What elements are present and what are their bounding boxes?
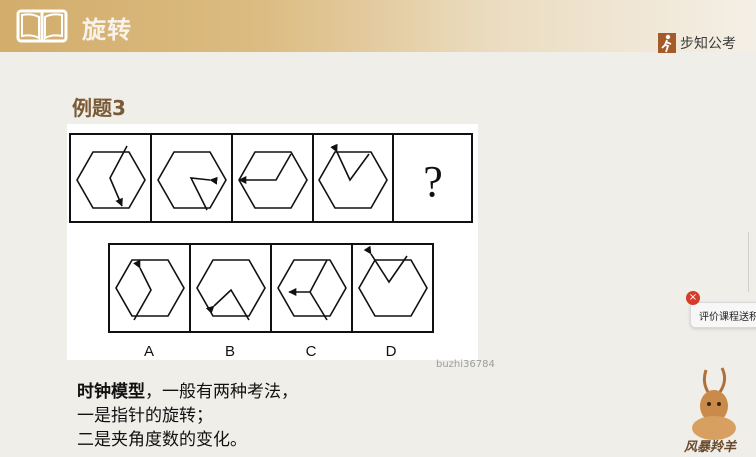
option-b-label: B — [225, 343, 235, 360]
option-d-figure — [358, 245, 428, 317]
explanation-text: 时钟模型，一般有两种考法， 一是指针的旋转； 二是夹角度数的变化。 — [77, 380, 298, 452]
explanation-line-3: 二是夹角度数的变化。 — [77, 430, 247, 450]
puzzle-image: ? A B C D — [67, 124, 478, 360]
explanation-line-1-rest: ，一般有两种考法， — [145, 382, 298, 402]
user-watermark: buzhi36784 — [436, 359, 495, 370]
brand-name: 风暴羚羊 — [684, 440, 737, 455]
walking-person-icon — [658, 33, 676, 53]
brand-logo: 步知公考 — [658, 32, 736, 54]
hexagon-figure-2 — [157, 151, 227, 211]
page-title: 旋转 — [82, 16, 132, 44]
hexagon-figure-1 — [76, 145, 146, 209]
hexagon-figure-4 — [318, 143, 388, 209]
puzzle-figure: ? A B C D — [69, 133, 473, 360]
option-a-label: A — [144, 343, 154, 360]
example-title: 例题3 — [72, 96, 126, 120]
header-bar: 旋转 — [0, 0, 756, 52]
option-c-figure — [277, 259, 347, 321]
open-book-icon — [16, 9, 68, 43]
close-icon[interactable]: × — [686, 291, 700, 305]
question-mark: ? — [423, 157, 443, 206]
explanation-line-2: 一是指针的旋转； — [77, 406, 213, 426]
key-term: 时钟模型 — [77, 382, 145, 402]
explanation-line-1: 时钟模型，一般有两种考法， — [77, 380, 298, 404]
side-divider — [748, 232, 749, 292]
rate-course-label: 评价课程送积分 — [699, 312, 756, 323]
option-d-label: D — [386, 343, 397, 360]
hexagon-figure-3 — [238, 151, 308, 209]
brand-logo-text: 步知公考 — [680, 36, 736, 52]
option-a-figure — [115, 259, 185, 321]
option-b-figure — [196, 259, 266, 321]
option-c-label: C — [306, 343, 317, 360]
rate-course-button[interactable]: 评价课程送积分 — [690, 302, 756, 328]
